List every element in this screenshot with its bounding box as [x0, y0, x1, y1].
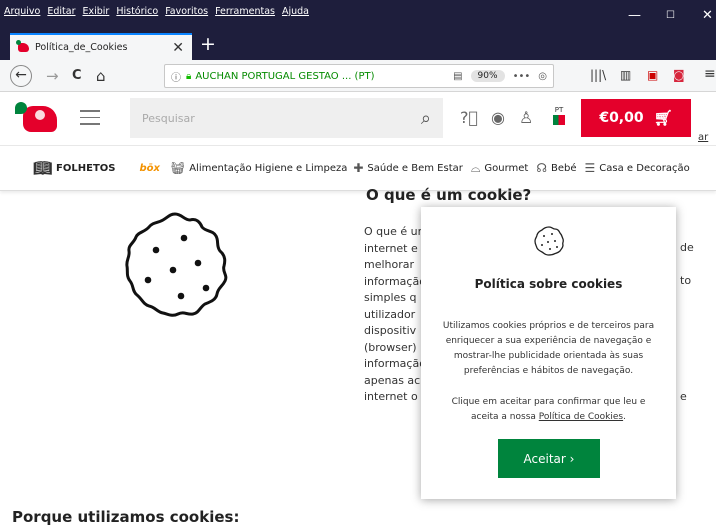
category-saude[interactable]: ✚ Saúde e Bem Estar: [353, 161, 463, 175]
pdf-icon[interactable]: ▣: [647, 68, 658, 82]
minimize-button[interactable]: —: [628, 8, 641, 23]
home-button[interactable]: ⌂: [96, 66, 106, 86]
auchan-favicon-icon: [16, 40, 29, 52]
cart-button[interactable]: €0,00 🛒︎: [581, 99, 691, 137]
language-selector[interactable]: PT: [553, 106, 565, 125]
reload-button[interactable]: C: [72, 66, 82, 86]
site-header: ⌕ ?⃝ ◉ ♙ PT €0,00 🛒︎ ar: [0, 92, 716, 146]
pocket-icon[interactable]: ◎: [538, 71, 547, 82]
category-bar: 📖︎ FOLHETOS bōx 🧺︎ Alimentação Higiene e…: [0, 146, 716, 191]
category-alimentacao-label: Alimentação Higiene e Limpeza: [189, 162, 348, 174]
basket-icon: 🧺︎: [169, 161, 186, 175]
modal-confirmation-text: Clique em aceitar para confirmar que leu…: [441, 395, 656, 425]
modal-description: Utilizamos cookies próprios e de terceir…: [442, 321, 655, 376]
hamburger-menu-icon[interactable]: ≡: [704, 66, 716, 82]
category-box[interactable]: bōx: [139, 163, 159, 174]
forward-button[interactable]: →: [46, 66, 59, 86]
modal-confirmation-suffix: .: [623, 412, 626, 422]
maximize-button[interactable]: ☐: [666, 10, 675, 21]
zoom-level[interactable]: 90%: [470, 70, 505, 82]
text-line: utilizador: [364, 307, 416, 321]
menu-exibir[interactable]: Exibir: [83, 6, 110, 17]
cookie-icon: [534, 226, 564, 256]
page-title: O que é um cookie?: [366, 186, 532, 204]
pocket-toolbar-icon[interactable]: ◙: [673, 68, 685, 82]
cart-icon: 🛒︎: [653, 109, 673, 127]
sidebar-icon[interactable]: ▥: [620, 68, 631, 82]
help-icon[interactable]: ?⃝: [460, 108, 478, 127]
text-line: (browser): [364, 340, 417, 354]
menu-editar[interactable]: Editar: [47, 6, 75, 17]
text-line: internet e: [364, 241, 418, 255]
reader-view-icon[interactable]: ▤: [453, 71, 462, 82]
truncated-link[interactable]: ar: [698, 132, 708, 143]
library-icon[interactable]: |||\: [590, 68, 606, 82]
url-bar[interactable]: ⓘ 🔒︎ AUCHAN PORTUGAL GESTAO ... (PT) ▤ 9…: [164, 64, 554, 88]
text-line: informação: [364, 274, 424, 288]
portugal-flag-icon: [553, 115, 565, 125]
text-fragment: de: [680, 241, 694, 254]
menu-arquivo[interactable]: Arquivo: [4, 6, 40, 17]
text-line: apenas ac: [364, 373, 421, 387]
accept-cookies-button[interactable]: Aceitar ›: [498, 439, 600, 478]
category-alimentacao[interactable]: 🧺︎ Alimentação Higiene e Limpeza: [170, 161, 347, 175]
book-icon: 📖︎: [33, 159, 53, 177]
location-icon[interactable]: ◉: [491, 108, 505, 127]
auchan-logo[interactable]: [15, 102, 61, 134]
category-folhetos[interactable]: 📖︎ FOLHETOS: [33, 159, 115, 177]
text-line: dispositiv: [364, 324, 417, 337]
site-identity: AUCHAN PORTUGAL GESTAO ... (PT): [195, 70, 375, 82]
language-label: PT: [554, 106, 564, 114]
category-saude-label: Saúde e Bem Estar: [367, 162, 463, 174]
text-line: informação: [364, 357, 424, 370]
menu-ajuda[interactable]: Ajuda: [282, 6, 309, 17]
menu-ferramentas[interactable]: Ferramentas: [215, 6, 275, 17]
menu-favoritos[interactable]: Favoritos: [165, 6, 208, 17]
search-box: ⌕: [130, 98, 443, 138]
category-gourmet[interactable]: ⌓ Gourmet: [471, 161, 528, 176]
text-line: simples q: [364, 291, 417, 304]
cookie-policy-link[interactable]: Política de Cookies: [539, 412, 623, 422]
text-line: melhorar: [364, 258, 415, 271]
navigation-toolbar: ← → C ⌂ ⓘ 🔒︎ AUCHAN PORTUGAL GESTAO ... …: [0, 60, 716, 92]
site-info-icon[interactable]: ⓘ: [171, 69, 181, 84]
section-title: Porque utilizamos cookies:: [12, 508, 240, 526]
text-fragment: e: [680, 390, 687, 403]
tab-close-icon[interactable]: ✕: [172, 40, 184, 56]
leaf-icon: [15, 102, 27, 114]
category-folhetos-label: FOLHETOS: [56, 162, 116, 174]
cross-icon: ✚: [353, 161, 364, 175]
new-tab-button[interactable]: +: [200, 33, 216, 55]
modal-title: Política sobre cookies: [474, 277, 623, 291]
tab-strip: Política_de_Cookies ✕ +: [0, 30, 716, 60]
category-bebe[interactable]: ☊ Bebé: [536, 161, 576, 175]
cookie-description: O que é um internet e melhorar informaçã…: [364, 224, 424, 406]
text-line: O que é um: [364, 225, 424, 238]
back-button[interactable]: ←: [10, 65, 32, 87]
search-icon[interactable]: ⌕: [421, 108, 431, 129]
browser-menubar: Arquivo Editar Exibir Histórico Favorito…: [0, 0, 716, 30]
menu-icon[interactable]: [80, 110, 100, 125]
page-actions-icon[interactable]: •••: [513, 71, 531, 82]
search-input[interactable]: [142, 111, 402, 125]
category-casa[interactable]: ☰ Casa e Decoração: [585, 161, 690, 175]
category-casa-label: Casa e Decoração: [599, 162, 690, 174]
close-window-button[interactable]: ✕: [702, 8, 713, 23]
tab-title: Política_de_Cookies: [35, 42, 128, 53]
lock-icon: 🔒︎: [186, 70, 192, 82]
text-line: internet o: [364, 390, 418, 403]
sofa-icon: ☰: [584, 161, 596, 175]
user-icon[interactable]: ♙: [519, 108, 533, 127]
menu-historico[interactable]: Histórico: [116, 6, 158, 17]
cookie-illustration-icon: [125, 212, 228, 317]
tab-politica-cookies[interactable]: Política_de_Cookies ✕: [10, 33, 192, 60]
category-gourmet-label: Gourmet: [484, 162, 529, 174]
cloche-icon: ⌓: [470, 160, 481, 175]
pacifier-icon: ☊: [536, 161, 548, 175]
elephant-ear: [35, 110, 45, 120]
text-fragment: to: [680, 274, 692, 287]
cookie-consent-modal: Política sobre cookies Utilizamos cookie…: [421, 207, 676, 499]
category-bebe-label: Bebé: [551, 162, 577, 174]
cart-total: €0,00: [599, 110, 644, 126]
